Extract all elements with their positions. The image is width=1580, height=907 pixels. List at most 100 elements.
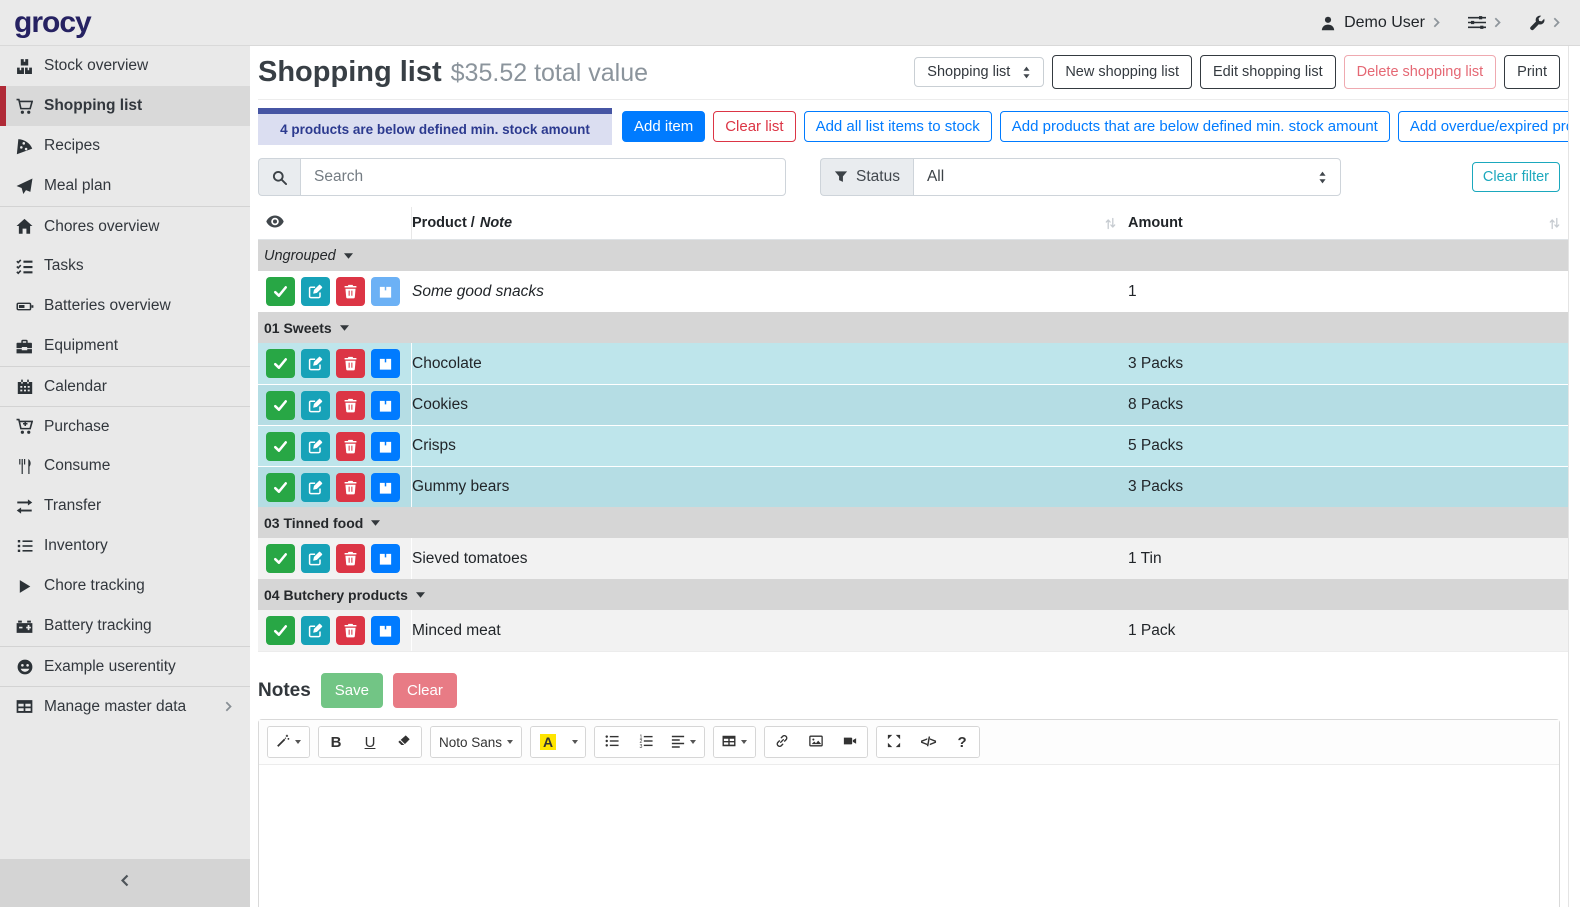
row-delete-button[interactable]: [336, 349, 365, 378]
color-dropdown-button[interactable]: [565, 727, 585, 757]
row-add-to-stock-button[interactable]: [371, 277, 400, 306]
search-input[interactable]: [300, 158, 786, 196]
clear-filter-button[interactable]: Clear filter: [1472, 162, 1560, 192]
sidebar-item-stock-overview[interactable]: Stock overview: [0, 46, 250, 86]
sidebar-item-shopping-list[interactable]: Shopping list: [0, 86, 250, 126]
group-header-butchery-products[interactable]: 04 Butchery products: [258, 579, 1568, 610]
row-delete-button[interactable]: [336, 544, 365, 573]
sidebar-item-battery-tracking[interactable]: Battery tracking: [0, 606, 250, 646]
sidebar-item-inventory[interactable]: Inventory: [0, 526, 250, 566]
sidebar-item-calendar[interactable]: Calendar: [0, 366, 250, 406]
row-done-button[interactable]: [266, 349, 295, 378]
clear-notes-button[interactable]: Clear: [393, 673, 457, 708]
sidebar-item-manage-master-data[interactable]: Manage master data: [0, 686, 250, 726]
eraser-button[interactable]: [387, 727, 421, 757]
new-shopping-list-button[interactable]: New shopping list: [1052, 55, 1192, 89]
fontname-button[interactable]: Noto Sans: [431, 727, 521, 757]
row-delete-button[interactable]: [336, 277, 365, 306]
sort-icon: [1549, 217, 1560, 230]
row-add-to-stock-button[interactable]: [371, 616, 400, 645]
insert-table-button[interactable]: [714, 727, 755, 757]
fullscreen-button[interactable]: [877, 727, 911, 757]
sidebar-item-purchase[interactable]: Purchase: [0, 406, 250, 446]
paragraph-align-button[interactable]: [663, 727, 704, 757]
status-select[interactable]: All: [913, 158, 1341, 196]
group-header-tinned-food[interactable]: 03 Tinned food: [258, 507, 1568, 538]
row-delete-button[interactable]: [336, 473, 365, 502]
sidebar-item-equipment[interactable]: Equipment: [0, 326, 250, 366]
add-below-min-stock-button[interactable]: Add products that are below defined min.…: [1000, 111, 1390, 142]
list-icon: [14, 538, 35, 554]
sidebar-item-recipes[interactable]: Recipes: [0, 126, 250, 166]
shopping-list-select[interactable]: Shopping list: [914, 57, 1044, 87]
sidebar-item-tasks[interactable]: Tasks: [0, 246, 250, 286]
grocy-logo[interactable]: grocy: [14, 6, 91, 40]
min-stock-alert[interactable]: 4 products are below defined min. stock …: [258, 108, 612, 145]
row-delete-button[interactable]: [336, 391, 365, 420]
link-button[interactable]: [765, 727, 799, 757]
font-color-button[interactable]: A: [531, 727, 565, 757]
row-edit-button[interactable]: [301, 473, 330, 502]
group-header-ungrouped[interactable]: Ungrouped: [258, 240, 1568, 271]
row-add-to-stock-button[interactable]: [371, 391, 400, 420]
sidebar-item-meal-plan[interactable]: Meal plan: [0, 166, 250, 206]
home-icon: [14, 218, 35, 235]
bold-button[interactable]: B: [319, 727, 353, 757]
picture-button[interactable]: [799, 727, 833, 757]
car-battery-icon: [14, 618, 35, 635]
notes-editor-area[interactable]: [259, 765, 1559, 907]
save-notes-button[interactable]: Save: [321, 673, 383, 708]
print-button[interactable]: Print: [1504, 55, 1560, 89]
sidebar-item-example-userentity[interactable]: Example userentity: [0, 646, 250, 686]
sidebar-item-consume[interactable]: Consume: [0, 446, 250, 486]
user-menu[interactable]: Demo User: [1320, 14, 1440, 32]
amount-column-header[interactable]: Amount: [1128, 215, 1568, 231]
row-edit-button[interactable]: [301, 391, 330, 420]
row-delete-button[interactable]: [336, 616, 365, 645]
sidebar-item-transfer[interactable]: Transfer: [0, 486, 250, 526]
codeview-button[interactable]: </>: [911, 727, 945, 757]
group-header-sweets[interactable]: 01 Sweets: [258, 312, 1568, 343]
scrollbar-track[interactable]: [1568, 46, 1580, 907]
row-add-to-stock-button[interactable]: [371, 349, 400, 378]
ordered-list-button[interactable]: 123: [629, 727, 663, 757]
fontname-group: Noto Sans: [430, 726, 522, 758]
video-button[interactable]: [833, 727, 867, 757]
row-edit-button[interactable]: [301, 544, 330, 573]
insert-group: [764, 726, 868, 758]
row-add-to-stock-button[interactable]: [371, 473, 400, 502]
row-done-button[interactable]: [266, 432, 295, 461]
row-edit-button[interactable]: [301, 349, 330, 378]
sidebar-item-chore-tracking[interactable]: Chore tracking: [0, 566, 250, 606]
row-done-button[interactable]: [266, 473, 295, 502]
editor-toolbar: B U Noto Sans A: [259, 720, 1559, 765]
row-done-button[interactable]: [266, 277, 295, 306]
row-done-button[interactable]: [266, 391, 295, 420]
help-button[interactable]: ?: [945, 727, 979, 757]
row-edit-button[interactable]: [301, 616, 330, 645]
row-edit-button[interactable]: [301, 432, 330, 461]
row-add-to-stock-button[interactable]: [371, 432, 400, 461]
product-column-header[interactable]: Product / Note: [412, 215, 1128, 231]
row-done-button[interactable]: [266, 544, 295, 573]
sidebar-item-chores-overview[interactable]: Chores overview: [0, 206, 250, 246]
delete-shopping-list-button[interactable]: Delete shopping list: [1344, 55, 1497, 89]
add-all-to-stock-button[interactable]: Add all list items to stock: [804, 111, 992, 142]
settings-menu[interactable]: [1468, 15, 1501, 30]
admin-menu[interactable]: [1529, 15, 1560, 31]
row-delete-button[interactable]: [336, 432, 365, 461]
magic-style-button[interactable]: [268, 727, 309, 757]
caret-down-icon: [572, 740, 578, 744]
edit-shopping-list-button[interactable]: Edit shopping list: [1200, 55, 1336, 89]
underline-button[interactable]: U: [353, 727, 387, 757]
sidebar-item-batteries-overview[interactable]: Batteries overview: [0, 286, 250, 326]
column-visibility-button[interactable]: [258, 207, 412, 239]
row-done-button[interactable]: [266, 616, 295, 645]
add-item-button[interactable]: Add item: [622, 111, 705, 142]
unordered-list-button[interactable]: [595, 727, 629, 757]
add-overdue-button[interactable]: Add overdue/expired products: [1398, 111, 1580, 142]
clear-list-button[interactable]: Clear list: [713, 111, 795, 142]
row-add-to-stock-button[interactable]: [371, 544, 400, 573]
row-edit-button[interactable]: [301, 277, 330, 306]
sidebar-collapse-button[interactable]: [0, 859, 250, 907]
